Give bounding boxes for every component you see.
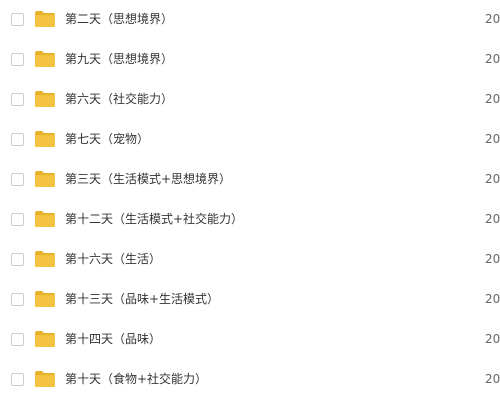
row-checkbox[interactable]	[11, 13, 24, 26]
list-item[interactable]: 第三天（生活模式+思想境界） 20	[0, 160, 500, 200]
folder-icon	[34, 210, 56, 228]
file-name-link[interactable]: 第七天（宠物）	[65, 131, 149, 147]
modified-date: 20	[485, 172, 500, 186]
row-checkbox[interactable]	[11, 93, 24, 106]
list-item[interactable]: 第九天（思想境界） 20	[0, 40, 500, 80]
file-name-link[interactable]: 第十四天（品味）	[65, 331, 161, 347]
folder-icon	[34, 170, 56, 188]
file-name-link[interactable]: 第六天（社交能力）	[65, 91, 173, 107]
modified-date: 20	[485, 292, 500, 306]
modified-date: 20	[485, 12, 500, 26]
folder-icon	[34, 290, 56, 308]
row-checkbox[interactable]	[11, 173, 24, 186]
folder-icon	[34, 250, 56, 268]
row-checkbox[interactable]	[11, 333, 24, 346]
list-item[interactable]: 第六天（社交能力） 20	[0, 80, 500, 120]
folder-icon	[34, 10, 56, 28]
folder-icon	[34, 330, 56, 348]
row-checkbox[interactable]	[11, 53, 24, 66]
modified-date: 20	[485, 52, 500, 66]
modified-date: 20	[485, 372, 500, 386]
folder-icon	[34, 130, 56, 148]
list-item[interactable]: 第十四天（品味） 20	[0, 320, 500, 360]
modified-date: 20	[485, 332, 500, 346]
row-checkbox[interactable]	[11, 213, 24, 226]
modified-date: 20	[485, 212, 500, 226]
row-checkbox[interactable]	[11, 373, 24, 386]
folder-icon	[34, 50, 56, 68]
list-item[interactable]: 第十六天（生活） 20	[0, 240, 500, 280]
row-checkbox[interactable]	[11, 293, 24, 306]
list-item[interactable]: 第十三天（品味+生活模式） 20	[0, 280, 500, 320]
file-name-link[interactable]: 第三天（生活模式+思想境界）	[65, 171, 231, 187]
file-name-link[interactable]: 第十三天（品味+生活模式）	[65, 291, 219, 307]
file-name-link[interactable]: 第十二天（生活模式+社交能力）	[65, 211, 243, 227]
list-item[interactable]: 第二天（思想境界） 20	[0, 0, 500, 40]
modified-date: 20	[485, 92, 500, 106]
file-name-link[interactable]: 第二天（思想境界）	[65, 11, 173, 27]
modified-date: 20	[485, 252, 500, 266]
list-item[interactable]: 第十二天（生活模式+社交能力） 20	[0, 200, 500, 240]
modified-date: 20	[485, 132, 500, 146]
file-name-link[interactable]: 第九天（思想境界）	[65, 51, 173, 67]
folder-icon	[34, 370, 56, 388]
folder-icon	[34, 90, 56, 108]
file-list: 第二天（思想境界） 20 第九天（思想境界） 20 第六天（社交能力） 20 第…	[0, 0, 500, 400]
list-item[interactable]: 第十天（食物+社交能力） 20	[0, 360, 500, 400]
row-checkbox[interactable]	[11, 253, 24, 266]
list-item[interactable]: 第七天（宠物） 20	[0, 120, 500, 160]
file-name-link[interactable]: 第十六天（生活）	[65, 251, 161, 267]
file-name-link[interactable]: 第十天（食物+社交能力）	[65, 371, 207, 387]
row-checkbox[interactable]	[11, 133, 24, 146]
